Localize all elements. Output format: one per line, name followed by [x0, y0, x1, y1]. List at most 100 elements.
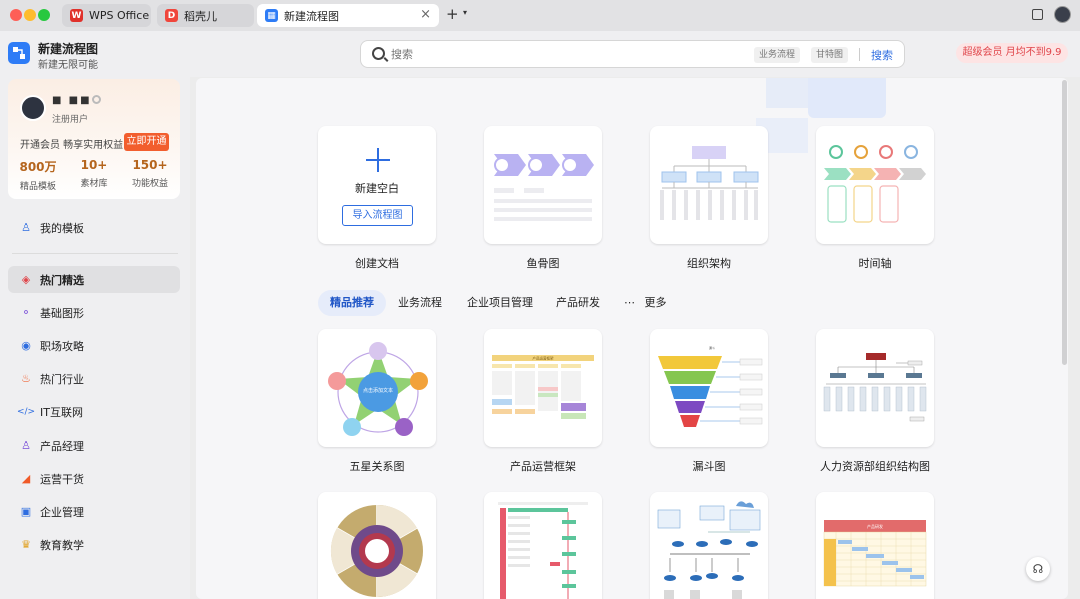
- create-blank-card[interactable]: 新建空白 导入流程图: [318, 126, 436, 244]
- search-button[interactable]: 搜索: [871, 47, 893, 63]
- new-tab-icon[interactable]: +: [446, 5, 459, 23]
- main-content: 新建空白 导入流程图 创建文档 鱼骨图 组织架构 时间轴 精品推荐 业务流程 企…: [196, 78, 1068, 599]
- sidebar-item-my-templates[interactable]: ♙ 我的模板: [8, 214, 180, 241]
- import-flowchart-button[interactable]: 导入流程图: [342, 205, 413, 226]
- funnel-thumbnail: 漏斗: [658, 345, 763, 427]
- window-titlebar: W WPS Office D 稻壳儿 ▦ 新建流程图 × + ▾: [0, 0, 1080, 31]
- stat-templates: 800万 精品模板: [19, 160, 57, 192]
- template-circle-diagram[interactable]: [318, 492, 436, 599]
- plus-icon: [366, 148, 390, 172]
- sidebar: ■ ■■ 注册用户 开通会员 畅享实用权益 立即开通 800万 精品模板 10+…: [0, 77, 190, 599]
- template-caption: 漏斗图: [692, 460, 726, 473]
- settings-icon[interactable]: [92, 95, 101, 104]
- star-relation-thumbnail: 点击添加文本: [328, 342, 428, 436]
- minimize-window-icon[interactable]: [24, 9, 36, 21]
- timeline-card[interactable]: [816, 126, 934, 244]
- avatar[interactable]: [1054, 6, 1071, 23]
- docer-icon: D: [165, 9, 178, 22]
- template-process-flow[interactable]: [484, 492, 602, 599]
- shapes-icon: ⚬: [21, 305, 31, 319]
- tab-flowchart[interactable]: ▦ 新建流程图 ×: [257, 4, 439, 27]
- tab-more[interactable]: ⋯ 更多: [624, 290, 667, 316]
- decorative-shape: [808, 78, 886, 118]
- sidebar-item-career[interactable]: ◉ 职场攻略: [8, 332, 180, 359]
- chat-box-icon: ▣: [20, 504, 32, 518]
- fishbone-caption: 鱼骨图: [526, 257, 560, 270]
- search-chip-gantt[interactable]: 甘特图: [811, 47, 849, 63]
- stat-benefits: 150+ 功能权益: [131, 158, 168, 189]
- fire-icon: ♨: [21, 371, 31, 385]
- user-group-icon: ♙: [21, 438, 31, 452]
- chevron-down-icon[interactable]: ▾: [463, 8, 467, 17]
- flowchart-logo-icon: [8, 42, 30, 64]
- circle-diagram-thumbnail: [330, 504, 423, 598]
- new-blank-label: 新建空白: [355, 182, 399, 195]
- user-avatar[interactable]: [20, 95, 46, 121]
- tab-enterprise-pm[interactable]: 企业项目管理: [467, 290, 533, 316]
- sidebar-item-it[interactable]: </> IT互联网: [8, 398, 180, 425]
- flowchart-icon: ▦: [265, 9, 278, 22]
- megaphone-icon: ◢: [21, 471, 31, 485]
- user-type: 注册用户: [52, 115, 89, 125]
- tab-business-process[interactable]: 业务流程: [398, 290, 442, 316]
- template-caption: 五星关系图: [349, 460, 405, 473]
- sidebar-item-featured[interactable]: ◈ 热门精选: [8, 266, 180, 293]
- wps-icon: W: [70, 9, 83, 22]
- search-chip-business[interactable]: 业务流程: [754, 47, 801, 63]
- page-title: 新建流程图: [38, 42, 99, 56]
- close-tab-icon[interactable]: ×: [420, 7, 431, 22]
- close-window-icon[interactable]: [10, 9, 22, 21]
- window-restore-icon[interactable]: [1032, 9, 1043, 20]
- scrollbar[interactable]: [1062, 80, 1067, 365]
- org-chart-card[interactable]: [650, 126, 768, 244]
- flame-diamond-icon: ◈: [21, 272, 31, 286]
- product-ops-thumbnail: 产品运营框架: [492, 355, 594, 419]
- org-chart-thumbnail: [660, 146, 759, 220]
- user-card: ■ ■■ 注册用户 开通会员 畅享实用权益 立即开通 800万 精品模板 10+…: [8, 79, 180, 199]
- sidebar-item-pm[interactable]: ♙ 产品经理: [8, 432, 180, 459]
- org-chart-caption: 组织架构: [687, 257, 731, 270]
- page-subtitle: 新建无限可能: [38, 60, 98, 71]
- divider: [12, 253, 178, 254]
- sidebar-item-industries[interactable]: ♨ 热门行业: [8, 365, 180, 392]
- template-caption: 人力资源部组织结构图: [820, 460, 930, 473]
- ops-title-text: 产品运营框架: [533, 356, 554, 361]
- sidebar-item-management[interactable]: ▣ 企业管理: [8, 498, 180, 525]
- template-caption: 产品运营框架: [510, 460, 576, 473]
- search-icon: [372, 47, 385, 60]
- gantt-title-text: 产品研发: [867, 523, 883, 529]
- fishbone-card[interactable]: [484, 126, 602, 244]
- fishbone-thumbnail: [494, 154, 594, 221]
- sidebar-item-education[interactable]: ♛ 教育教学: [8, 531, 180, 558]
- template-product-ops[interactable]: 产品运营框架: [484, 329, 602, 447]
- code-icon: </>: [16, 406, 36, 417]
- stat-materials: 10+ 素材库: [80, 158, 108, 189]
- open-membership-button[interactable]: 立即开通: [124, 133, 169, 151]
- member-promo-text: 开通会员 畅享实用权益: [20, 140, 124, 151]
- more-icon: ⋯: [624, 296, 635, 309]
- network-thumbnail: [657, 501, 761, 599]
- template-gantt[interactable]: 产品研发: [816, 492, 934, 599]
- tab-docer[interactable]: D 稻壳儿: [157, 4, 254, 27]
- sidebar-item-basic-shapes[interactable]: ⚬ 基础图形: [8, 299, 180, 326]
- gantt-thumbnail: 产品研发: [823, 520, 927, 587]
- customer-service-icon[interactable]: ☊: [1026, 557, 1050, 581]
- timeline-caption: 时间轴: [858, 257, 892, 270]
- tab-wps-office[interactable]: W WPS Office: [62, 4, 151, 27]
- zoom-window-icon[interactable]: [38, 9, 50, 21]
- vip-promo-badge[interactable]: 超级会员 月均不到9.9: [956, 43, 1068, 63]
- search-input[interactable]: [391, 48, 591, 61]
- template-funnel[interactable]: 漏斗: [650, 329, 768, 447]
- tab-product-rd[interactable]: 产品研发: [556, 290, 600, 316]
- template-network[interactable]: [650, 492, 768, 599]
- graduation-cap-icon: ♛: [21, 537, 31, 551]
- tab-featured[interactable]: 精品推荐: [318, 290, 386, 316]
- template-hr-org[interactable]: [816, 329, 934, 447]
- search-bar[interactable]: 业务流程 甘特图 搜索: [360, 40, 905, 68]
- template-star-relation[interactable]: 点击添加文本: [318, 329, 436, 447]
- timeline-thumbnail: [824, 145, 926, 223]
- sidebar-item-operations[interactable]: ◢ 运营干货: [8, 465, 180, 492]
- create-doc-caption: 创建文档: [355, 257, 399, 270]
- hr-org-thumbnail: [823, 353, 927, 422]
- process-flow-thumbnail: [498, 502, 588, 599]
